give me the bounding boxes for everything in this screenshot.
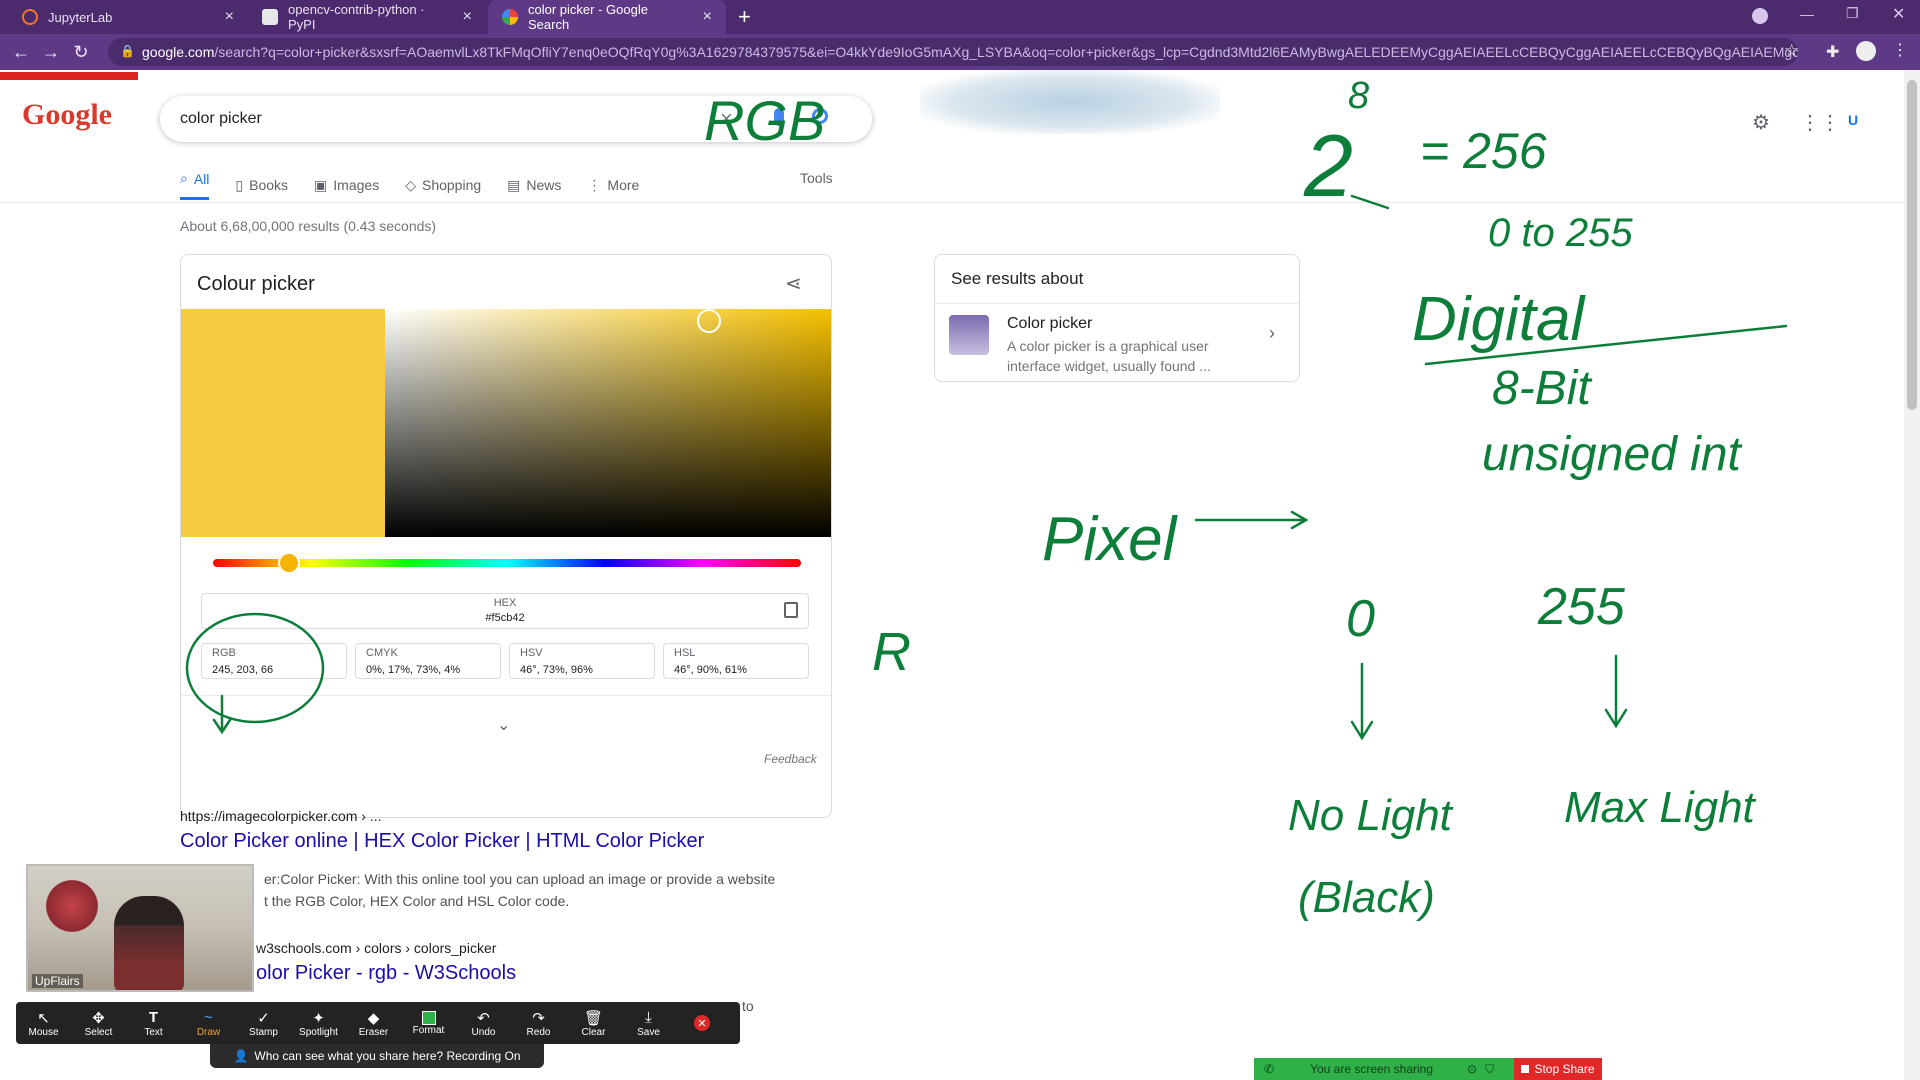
r-annotation: R — [872, 622, 911, 682]
stamp-tool[interactable]: ✓ Stamp — [236, 1002, 291, 1044]
exponent-stroke-annotation — [1350, 194, 1390, 210]
rgb-arrow-annotation — [212, 694, 232, 735]
save-tool[interactable]: ⤓ Save — [621, 1002, 676, 1044]
squiggle-icon: ~ — [204, 1008, 213, 1026]
tool-label: Mouse — [28, 1026, 59, 1038]
redo-icon: ↷ — [532, 1009, 545, 1027]
text-icon: T — [148, 1008, 159, 1026]
tool-label: Save — [637, 1026, 660, 1038]
stop-icon — [1521, 1065, 1530, 1073]
text-tool[interactable]: T Text — [126, 1002, 181, 1044]
tool-label: Select — [84, 1026, 113, 1038]
spotlight-tool[interactable]: ✦ Spotlight — [291, 1002, 346, 1044]
max-value-annotation: 255 — [1537, 578, 1626, 636]
camera-thumbnail[interactable]: UpFlairs — [26, 864, 254, 992]
tool-label: Stamp — [249, 1026, 278, 1038]
zero-arrow-annotation — [1350, 662, 1374, 741]
person-icon: 👤 — [233, 1049, 249, 1063]
select-tool[interactable]: ✥ Select — [71, 1002, 126, 1044]
trash-icon: 🗑 — [583, 1009, 604, 1027]
redo-tool[interactable]: ↷ Redo — [511, 1002, 566, 1044]
tool-label: Eraser — [358, 1026, 389, 1038]
eraser-icon: ◆ — [367, 1009, 380, 1027]
clear-tool[interactable]: 🗑 Clear — [566, 1002, 621, 1044]
stop-share-button[interactable]: Stop Share — [1514, 1058, 1602, 1080]
undo-icon: ↶ — [477, 1009, 490, 1027]
pixel-annotation: Pixel — [1042, 505, 1179, 574]
exponent-annotation: 8 — [1348, 75, 1369, 117]
cursor-icon: ↖ — [37, 1009, 50, 1027]
rgb-circle-annotation — [185, 612, 325, 724]
close-icon: ✕ — [694, 1015, 710, 1031]
flowers-image — [42, 876, 102, 936]
two-annotation: 2 — [1303, 116, 1353, 215]
bit-annotation: 8-Bit — [1492, 362, 1592, 415]
black-annotation: (Black) — [1298, 873, 1435, 922]
max-light-annotation: Max Light — [1564, 783, 1757, 832]
mouse-tool[interactable]: ↖ Mouse — [16, 1002, 71, 1044]
no-light-annotation: No Light — [1288, 791, 1454, 840]
tool-label: Text — [144, 1026, 163, 1038]
zero-annotation: 0 — [1346, 590, 1375, 648]
tool-label: Redo — [526, 1026, 551, 1038]
pause-icon[interactable]: ⊙ — [1467, 1062, 1477, 1076]
zoom-annotation-toolbar: ↖ Mouse ✥ Select T Text ~ Draw ✓ Stamp ✦ Spotl… — [16, 1002, 740, 1044]
format-tool[interactable]: Format — [401, 1002, 456, 1044]
color-square-icon — [421, 1010, 436, 1025]
tool-label: Undo — [471, 1026, 496, 1038]
undo-tool[interactable]: ↶ Undo — [456, 1002, 511, 1044]
equals-256-annotation: = 256 — [1420, 123, 1547, 179]
rgb-annotation: RGB — [704, 89, 825, 152]
check-icon: ✓ — [257, 1009, 270, 1027]
eraser-tool[interactable]: ◆ Eraser — [346, 1002, 401, 1044]
presenter-image — [114, 896, 184, 990]
max-arrow-annotation — [1604, 654, 1628, 729]
unsigned-int-annotation: unsigned int — [1482, 428, 1743, 481]
tool-label: Spotlight — [299, 1026, 338, 1038]
camera-name: UpFlairs — [32, 974, 83, 988]
move-icon: ✥ — [92, 1009, 105, 1027]
download-icon: ⤓ — [645, 1008, 652, 1026]
tool-label: Clear — [581, 1026, 606, 1038]
annotation-overlay: RGB R 2 8 = 256 0 to 255 Digital 8-Bit u… — [185, 75, 1788, 922]
sharing-text: You are screen sharing — [1310, 1062, 1434, 1076]
recording-notice[interactable]: 👤 Who can see what you share here? Recor… — [210, 1044, 544, 1068]
stop-share-label: Stop Share — [1534, 1062, 1595, 1076]
draw-tool[interactable]: ~ Draw — [181, 1002, 236, 1044]
screen: JupyterLab × opencv-contrib-python · PyP… — [0, 0, 1920, 1080]
tool-label: Draw — [196, 1026, 221, 1038]
tool-label: Format — [412, 1024, 445, 1036]
range-annotation: 0 to 255 — [1488, 211, 1633, 255]
screen-sharing-bar: ✆ You are screen sharing ⊙ ⛉ Stop Share — [1254, 1058, 1602, 1080]
recording-text: Who can see what you share here? Recordi… — [254, 1049, 521, 1063]
wand-icon: ✦ — [312, 1009, 325, 1027]
digital-annotation: Digital — [1412, 285, 1587, 354]
close-toolbar-button[interactable]: ✕ — [676, 1002, 728, 1044]
shield-icon: ⛉ — [1485, 1061, 1495, 1076]
phone-icon: ✆ — [1264, 1062, 1275, 1076]
pixel-arrow-annotation — [1194, 510, 1309, 530]
